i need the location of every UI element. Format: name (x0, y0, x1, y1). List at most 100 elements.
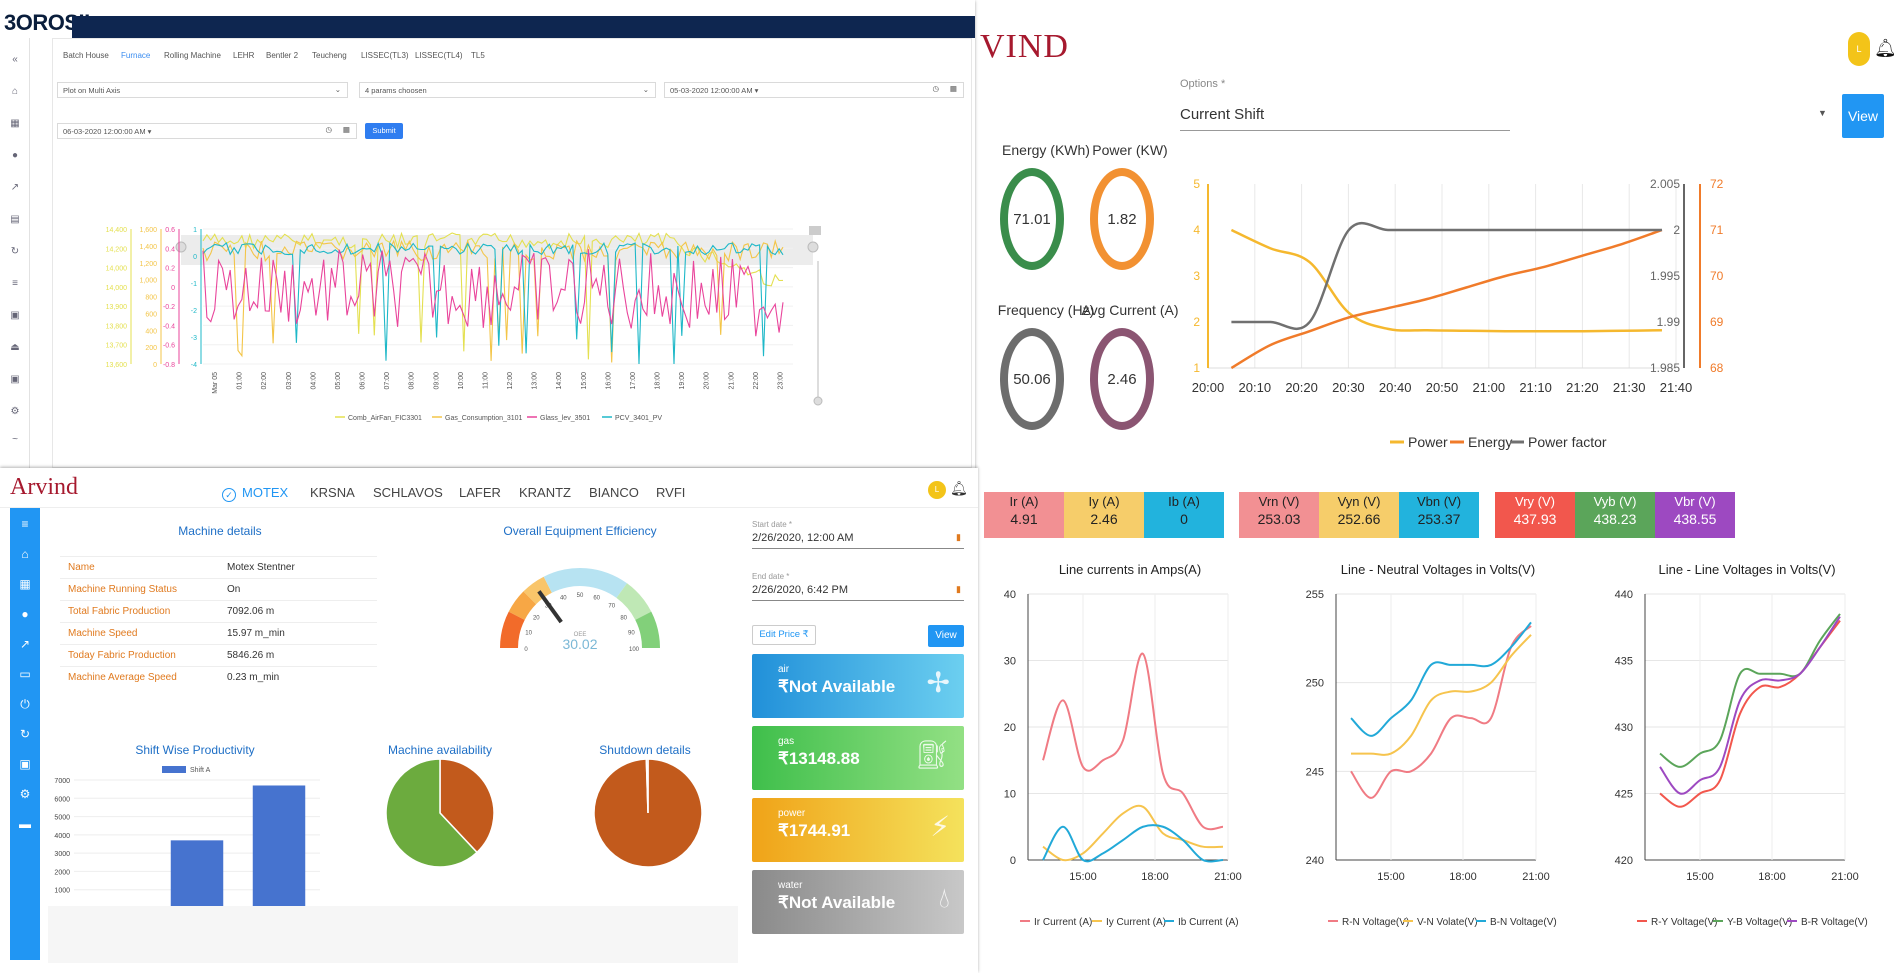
power-icon[interactable]: ⏻ (17, 696, 33, 712)
bell-icon[interactable]: 🔔︎ (1874, 38, 1894, 59)
trend-icon[interactable]: ↗ (17, 636, 33, 652)
menu-icon[interactable]: ≡ (17, 516, 33, 532)
avatar[interactable]: L (928, 481, 946, 499)
card-icon[interactable]: ▬ (17, 816, 33, 832)
gauge-tick: 60 (593, 596, 600, 602)
utility-value: ₹Not Available (778, 893, 896, 912)
tab-rolling-machine[interactable]: Rolling Machine (164, 51, 221, 60)
nav-krantz[interactable]: KRANTZ (519, 485, 571, 500)
settings-icon[interactable]: ⚙ (17, 786, 33, 802)
lock2-icon[interactable]: ▣ (9, 374, 21, 386)
energy-ring: 71.01 (1000, 168, 1064, 270)
y-tick-label: 20 (1004, 722, 1016, 734)
tab-lehr[interactable]: LEHR (233, 51, 254, 60)
calendar-icon[interactable]: ▮ (956, 532, 961, 543)
clock-icon[interactable]: ◷ (932, 84, 939, 93)
calendar-icon[interactable]: ▦ (950, 84, 957, 93)
end-datetime-input[interactable]: 06-03-2020 12:00:00 AM ▾ ◷ ▦ (57, 123, 357, 139)
refresh-icon[interactable]: ↻ (17, 726, 33, 742)
dashboard-icon[interactable]: ▦ (17, 576, 33, 592)
gauge-tick: 50 (577, 593, 584, 599)
scroll-handle[interactable] (813, 396, 823, 406)
utility-card-gas[interactable]: gas ₹13148.88 ⛽︎ (752, 726, 964, 790)
series-line (1230, 228, 1662, 333)
lock-icon[interactable]: ▣ (9, 310, 21, 322)
tab-furnace[interactable]: Furnace (121, 51, 150, 60)
dashboard-icon[interactable]: ▦ (9, 118, 21, 130)
shift-productivity-title: Shift Wise Productivity (135, 743, 255, 757)
tile-value: 0 (1180, 511, 1188, 527)
navigator-handle-right[interactable] (807, 241, 819, 253)
tile-vry-v: Vry (V) 437.93 (1495, 492, 1575, 538)
home-icon[interactable]: ⌂ (9, 86, 21, 98)
tab-tl5[interactable]: TL5 (471, 51, 485, 60)
nav-motex[interactable]: ✓ MOTEX (222, 485, 288, 502)
calendar-icon[interactable]: ▦ (343, 125, 350, 134)
utility-card-power[interactable]: power ₹1744.91 ⚡︎ (752, 798, 964, 862)
vertical-scrollbar[interactable] (817, 261, 819, 401)
tab-batch-house[interactable]: Batch House (63, 51, 109, 60)
arvind-motex-window: Arvind ✓ MOTEX KRSNA SCHLAVOS LAFER KRANT… (0, 468, 978, 973)
x-tick-label: 20:40 (1379, 380, 1412, 395)
params-select[interactable]: 4 params choosen ⌄ (359, 82, 656, 98)
x-tick-label: 21:00 (1214, 871, 1242, 883)
tab-bentler-2[interactable]: Bentler 2 (266, 51, 298, 60)
refresh-icon[interactable]: ↻ (9, 246, 21, 258)
axis-tick-label: 1 (193, 227, 197, 234)
y-tick-label: 240 (1306, 855, 1324, 867)
window-icon[interactable]: ▭ (17, 666, 33, 682)
bell-icon[interactable]: ● (17, 606, 33, 622)
utility-card-air[interactable]: air ₹Not Available ✢ (752, 654, 964, 718)
y-tick-label: 4000 (54, 833, 70, 840)
bell-icon[interactable]: ● (9, 150, 21, 162)
axis-tick-label: 1,600 (139, 227, 157, 234)
view-button[interactable]: View (1842, 94, 1884, 138)
utility-value: ₹Not Available (778, 677, 896, 696)
series-line (1350, 625, 1532, 799)
legend-item: Energy (1468, 434, 1512, 450)
nav-bianco[interactable]: BIANCO (589, 485, 639, 500)
view-button[interactable]: View (928, 625, 964, 647)
list-icon[interactable]: ≡ (9, 278, 21, 290)
right-tick-1: 1.995 (1650, 269, 1680, 283)
y-tick-label: 1000 (54, 888, 70, 895)
avatar[interactable]: L (1848, 32, 1870, 66)
nav-rvfi[interactable]: RVFI (656, 485, 685, 500)
start-date-input[interactable]: 2/26/2020, 12:00 AM (752, 532, 854, 544)
navigator-handle-left[interactable] (175, 241, 187, 253)
nav-krsna[interactable]: KRSNA (310, 485, 355, 500)
energy-value: 71.01 (1013, 210, 1051, 228)
home-icon[interactable]: ⌂ (17, 546, 33, 562)
eject-icon[interactable]: ⏏ (9, 342, 21, 354)
start-datetime-input[interactable]: 05-03-2020 12:00:00 AM ▾ ◷ ▦ (664, 82, 964, 98)
settings-icon[interactable]: ⚙ (9, 406, 21, 418)
x-tick-label: 15:00 (1377, 871, 1405, 883)
calendar-icon[interactable]: ▮ (956, 584, 961, 595)
axis-tick-label: -0.8 (163, 362, 175, 369)
edit-price-button[interactable]: Edit Price ₹ (752, 625, 816, 645)
bell-icon[interactable]: 🔔︎ (950, 480, 968, 497)
nav-schlavos[interactable]: SCHLAVOS (373, 485, 443, 500)
caret-down-icon[interactable]: ▼ (1818, 108, 1827, 118)
submit-button[interactable]: Submit (365, 123, 403, 139)
legend-item: Comb_AirFan_FIC3301 (348, 415, 422, 422)
navigator-button[interactable] (809, 226, 821, 235)
tab-lissec-tl3[interactable]: LISSEC(TL3) (361, 51, 409, 60)
plot-mode-select[interactable]: Plot on Multi Axis ⌄ (57, 82, 348, 98)
tab-lissec-tl4[interactable]: LISSEC(TL4) (415, 51, 463, 60)
report-icon[interactable]: ▤ (9, 214, 21, 226)
y-tick-label: 6000 (54, 796, 70, 803)
axis-tick-label: 0 (153, 362, 157, 369)
nav-lafer[interactable]: LAFER (459, 485, 501, 500)
collapse-icon[interactable]: « (9, 54, 21, 66)
utility-card-water[interactable]: water ₹Not Available 💧︎ (752, 870, 964, 934)
x-tick-label: 17:00 (630, 372, 637, 390)
options-select[interactable]: Current Shift (1180, 106, 1264, 123)
tab-teucheng[interactable]: Teucheng (312, 51, 347, 60)
axis-tick-label: 0.6 (165, 227, 175, 234)
lock-icon[interactable]: ▣ (17, 756, 33, 772)
end-date-input[interactable]: 2/26/2020, 6:42 PM (752, 584, 848, 596)
trend-icon[interactable]: ↗ (9, 182, 21, 194)
clock-icon[interactable]: ◷ (325, 125, 332, 134)
right-tick-2: 70 (1710, 269, 1724, 283)
